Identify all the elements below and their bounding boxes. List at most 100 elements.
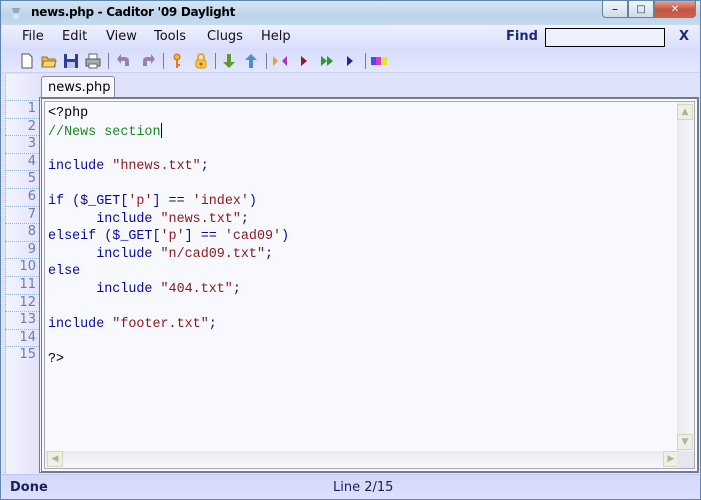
code-token: //News section (48, 124, 161, 140)
step-button[interactable] (341, 52, 358, 69)
code-line[interactable]: include "footer.txt"; (48, 316, 289, 334)
cursor-position: Line 2/15 (333, 480, 394, 495)
code-line[interactable]: elseif ($_GET['p'] == 'cad09') (48, 228, 289, 246)
run-button[interactable] (295, 52, 312, 69)
code-token: "n/cad09.txt" (160, 246, 265, 262)
menu-file[interactable]: File (22, 29, 44, 44)
tab-strip: news.php (39, 74, 699, 98)
window-title: news.php - Caditor '09 Daylight (31, 5, 236, 19)
lock-button[interactable] (192, 52, 209, 69)
scroll-left-button[interactable]: ◀ (47, 451, 63, 467)
find-input[interactable] (545, 28, 665, 47)
code-area[interactable]: <?php//News section include "hnews.txt"; i… (48, 105, 289, 369)
status-bar: Done Line 2/15 (2, 474, 699, 499)
abc-spellcheck-icon (370, 56, 387, 65)
code-token: ; (208, 317, 217, 333)
code-line[interactable]: include "404.txt"; (48, 281, 289, 299)
spellcheck-button[interactable] (370, 52, 387, 69)
run-start-button[interactable] (271, 52, 288, 69)
code-line[interactable]: if ($_GET['p'] == 'index') (48, 193, 289, 211)
chevron-up-icon: ▲ (681, 107, 689, 117)
menu-edit[interactable]: Edit (62, 29, 87, 44)
code-token: include (48, 158, 105, 174)
line-number: 8 (5, 223, 39, 241)
print-button[interactable] (84, 52, 101, 69)
code-token: include (48, 281, 153, 297)
fast-forward-button[interactable] (318, 52, 335, 69)
step-icon (346, 55, 353, 66)
text-caret (160, 122, 162, 138)
menu-clugs[interactable]: Clugs (207, 29, 243, 44)
printer-icon (85, 53, 100, 68)
code-token: include (48, 246, 153, 262)
code-token: ] == (184, 229, 225, 245)
lock-icon (195, 52, 206, 68)
floppy-icon (63, 53, 78, 68)
undo-button[interactable] (115, 52, 132, 69)
redo-button[interactable] (139, 52, 156, 69)
open-folder-icon (40, 56, 57, 67)
vertical-scrollbar[interactable]: ▲ ▼ (677, 102, 694, 452)
open-file-button[interactable] (40, 52, 57, 69)
code-line[interactable] (48, 334, 289, 352)
code-token: if (48, 193, 65, 209)
code-line[interactable]: include "news.txt"; (48, 211, 289, 229)
find-close-button[interactable]: X (679, 29, 689, 44)
line-number: 7 (5, 205, 39, 224)
horizontal-scrollbar[interactable]: ◀ ▶ (45, 451, 681, 468)
line-number: 3 (5, 135, 39, 153)
code-editor[interactable]: <?php//News section include "hnews.txt"; i… (44, 101, 695, 469)
menu-help[interactable]: Help (261, 29, 291, 44)
code-token: 'p' (128, 193, 153, 209)
code-line[interactable] (48, 299, 289, 317)
minimize-button[interactable]: ⎯ (602, 1, 628, 18)
close-icon: ✕ (670, 3, 680, 15)
line-number: 11 (5, 275, 39, 294)
toolbar-separator (266, 53, 267, 69)
scroll-up-button[interactable]: ▲ (677, 104, 693, 120)
code-line[interactable] (48, 175, 289, 193)
code-line[interactable]: include "hnews.txt"; (48, 158, 289, 176)
move-up-button[interactable] (242, 52, 259, 69)
status-text: Done (10, 480, 48, 495)
code-token: <?php (48, 106, 89, 121)
code-line[interactable]: ?> (48, 351, 289, 369)
code-token: elseif (48, 229, 97, 245)
chevron-down-icon: ▼ (681, 437, 689, 447)
tab-news-php[interactable]: news.php (41, 76, 115, 98)
scroll-down-button[interactable]: ▼ (677, 434, 693, 450)
chevron-left-icon: ◀ (51, 454, 59, 464)
code-line[interactable]: else (48, 263, 289, 281)
code-token: ) (248, 193, 257, 209)
code-line[interactable]: //News section (48, 122, 289, 141)
run-start-icon (272, 55, 287, 66)
close-button[interactable]: ✕ (654, 1, 696, 18)
title-bar[interactable]: news.php - Caditor '09 Daylight ⎯ □ ✕ (1, 1, 700, 25)
code-token: include (48, 317, 105, 333)
arrow-down-icon (222, 53, 235, 68)
code-token: 'cad09' (224, 229, 282, 245)
line-number: 12 (5, 293, 39, 312)
code-token: ; (240, 211, 249, 227)
find-label: Find (506, 29, 538, 44)
toolbar-separator (365, 53, 366, 69)
code-line[interactable]: <?php (48, 105, 289, 123)
new-document-icon (21, 53, 32, 68)
move-down-button[interactable] (220, 52, 237, 69)
code-line[interactable] (48, 140, 289, 158)
line-numbers: 1 2 3 4 5 6 7 8 9 10 11 12 13 14 15 (5, 100, 39, 364)
code-token: ; (232, 281, 241, 297)
save-button[interactable] (62, 52, 79, 69)
key-icon (173, 53, 180, 68)
menu-view[interactable]: View (106, 29, 137, 44)
maximize-button[interactable]: □ (628, 1, 654, 18)
code-token: ; (200, 158, 209, 174)
key-button[interactable] (168, 52, 185, 69)
code-token: ($_GET[ (64, 193, 129, 209)
menu-tools[interactable]: Tools (154, 29, 186, 44)
code-token: else (48, 264, 81, 280)
new-file-button[interactable] (18, 52, 35, 69)
code-line[interactable]: include "n/cad09.txt"; (48, 246, 289, 264)
